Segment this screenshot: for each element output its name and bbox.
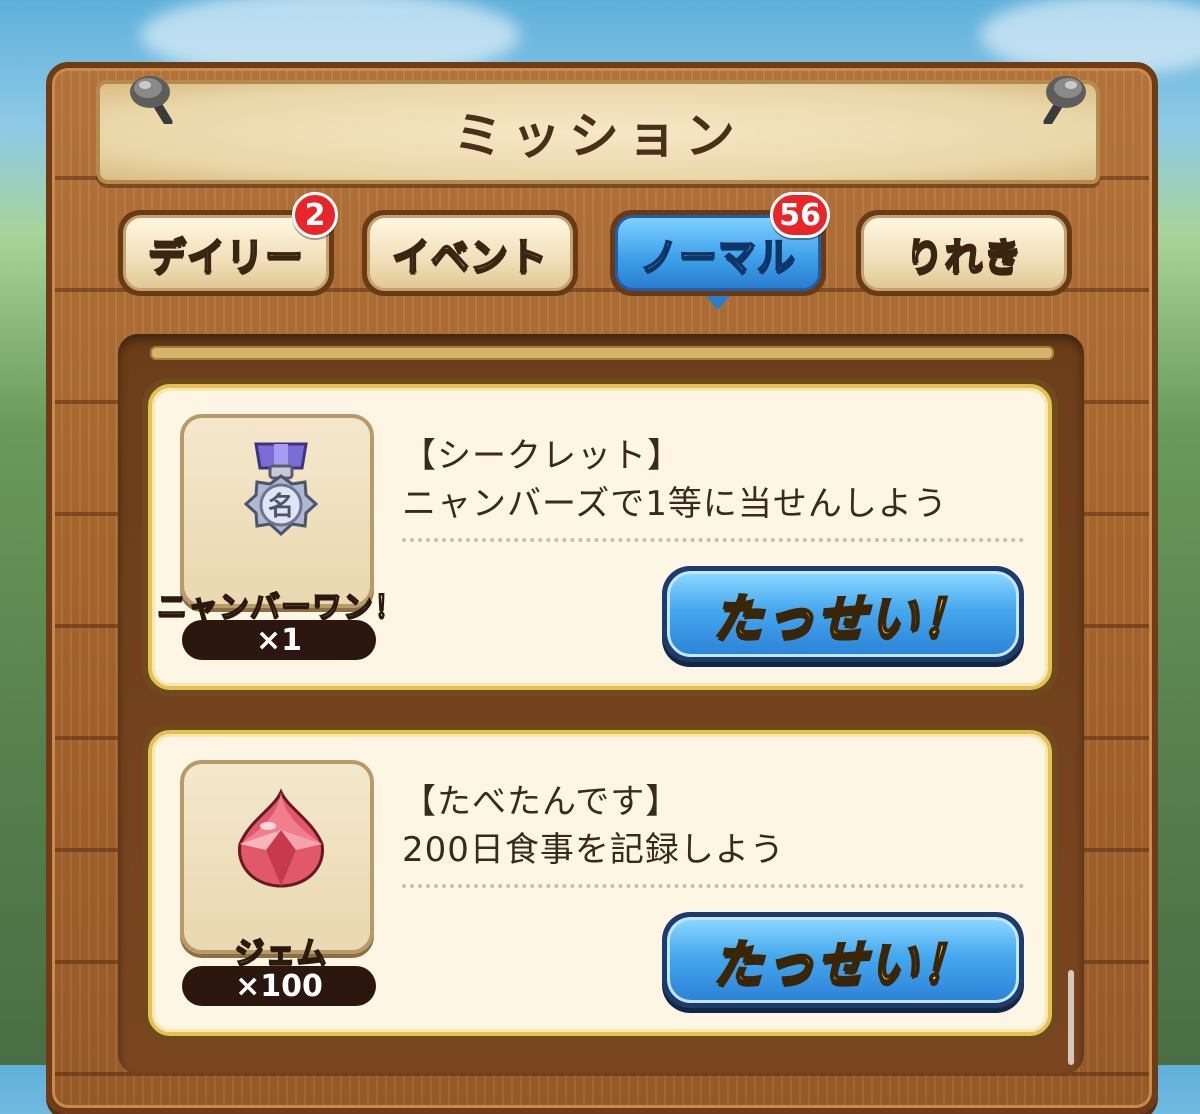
scrollbar-thumb[interactable]: [1068, 970, 1074, 1065]
tab-event-label: イベント: [367, 215, 573, 291]
pin-icon: [1043, 76, 1086, 124]
notification-badge: 56: [770, 192, 830, 238]
achieve-button[interactable]: たっせい！: [662, 566, 1024, 662]
mission-category: 【シークレット】: [402, 436, 682, 476]
pin-icon: [130, 76, 173, 124]
mission-description: ニャンバーズで1等に当せんしよう: [402, 484, 948, 524]
mission-category: 【たべたんです】: [402, 782, 681, 822]
active-tab-pointer: [706, 296, 730, 310]
mission-description: 200日食事を記録しよう: [402, 830, 785, 870]
svg-text:名: 名: [268, 491, 294, 522]
reward-tile: ジェム: [180, 760, 374, 972]
mission-card: ジェム ×100 【たべたんです】 200日食事を記録しよう たっせい！: [142, 724, 1058, 1042]
list-top-edge: [150, 346, 1054, 360]
tab-history[interactable]: りれき: [856, 210, 1072, 296]
achieve-button-label: たっせい！: [667, 917, 1019, 1003]
tab-daily[interactable]: デイリー 2: [118, 192, 338, 296]
dotted-divider: [402, 538, 1024, 542]
gem-icon: [238, 788, 324, 888]
tab-normal[interactable]: ノーマル 56: [610, 192, 830, 310]
tab-history-label: りれき: [861, 215, 1067, 291]
reward-tile: 名 ニャンバーワン！: [156, 414, 405, 626]
reward-quantity: ×1: [182, 620, 376, 660]
reward-quantity: ×100: [182, 966, 376, 1006]
notification-badge: 2: [292, 192, 338, 238]
dotted-divider: [402, 884, 1024, 888]
title-banner: ミッション: [96, 80, 1100, 184]
page-title: ミッション: [453, 107, 743, 165]
medal-icon: 名: [243, 442, 319, 537]
achieve-button[interactable]: たっせい！: [662, 912, 1024, 1008]
achieve-button-label: たっせい！: [667, 571, 1019, 657]
tab-event[interactable]: イベント: [362, 210, 578, 296]
mission-card: 名 ニャンバーワン！ ×1 【シークレット】 ニャンバーズで1等に当せんしよう …: [142, 378, 1058, 696]
